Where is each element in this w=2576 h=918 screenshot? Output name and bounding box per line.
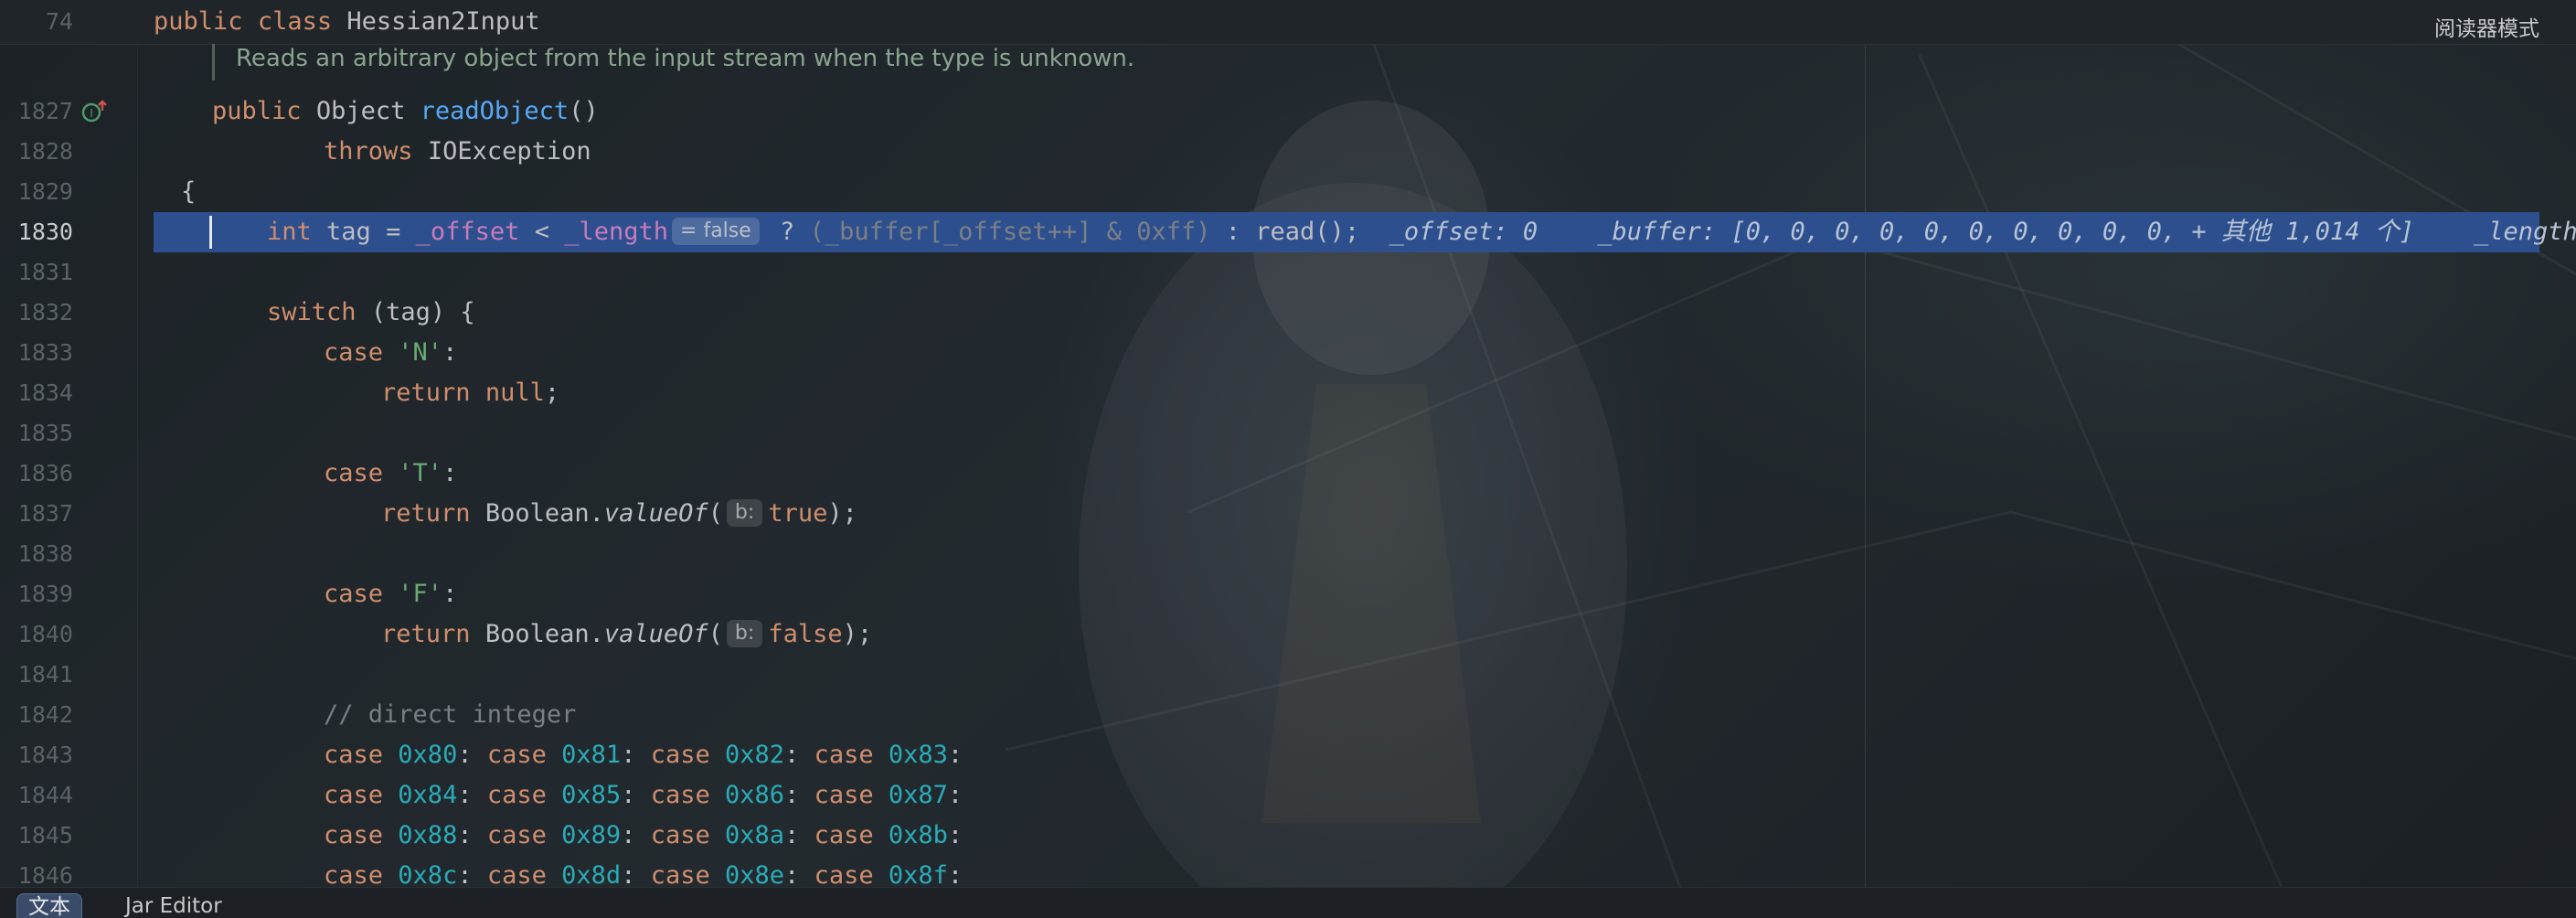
text-caret: [209, 216, 212, 249]
inlay-hint-value: = false: [672, 218, 760, 245]
line-number: 1827: [17, 98, 73, 124]
code-comment[interactable]: // direct integer: [324, 695, 576, 735]
sticky-scope-header[interactable]: 74 public class Hessian2Input: [0, 0, 2576, 45]
line-number: 1839: [17, 581, 73, 607]
code-line[interactable]: case 'F':: [324, 574, 457, 614]
svg-text:I: I: [90, 107, 93, 120]
line-number: 1844: [17, 782, 73, 808]
code-line[interactable]: {: [181, 172, 196, 212]
line-number: 1836: [17, 460, 73, 486]
debug-inline-length: _length: 0: [2474, 218, 2576, 246]
line-number: 74: [45, 8, 73, 35]
code-line[interactable]: case 0x80: case 0x81: case 0x82: case 0x…: [324, 735, 963, 775]
code-line[interactable]: return null;: [381, 373, 559, 413]
reader-mode-button[interactable]: 阅读器模式: [2434, 11, 2539, 42]
line-number: 1837: [17, 500, 73, 527]
code-line[interactable]: switch (tag) {: [267, 293, 475, 333]
line-number: 1835: [17, 420, 73, 446]
editor-bottom-tabs: 文本 Jar Editor: [0, 887, 2576, 918]
code-line[interactable]: public Object readObject(): [212, 91, 599, 132]
code-line[interactable]: case 0x88: case 0x89: case 0x8a: case 0x…: [324, 816, 963, 856]
code-line[interactable]: case 'T':: [324, 454, 457, 494]
code-line[interactable]: case 'N':: [324, 333, 457, 373]
line-number: 1841: [17, 661, 73, 688]
line-number: 1845: [17, 822, 73, 849]
line-number: 1833: [17, 339, 73, 366]
code-editor[interactable]: 74 public class Hessian2Input 阅读器模式 Read…: [0, 0, 2576, 918]
sticky-code: public class Hessian2Input: [154, 7, 540, 36]
inlay-hint-param: b:: [726, 620, 763, 647]
gutter-separator: [137, 0, 138, 887]
line-number: 1832: [17, 299, 73, 326]
code-line-current[interactable]: int tag = _offset < _length = false ? (_b…: [267, 212, 2576, 252]
line-number: 1829: [17, 178, 73, 205]
code-line[interactable]: return Boolean.valueOf(b: false);: [381, 614, 872, 655]
line-number: 1828: [17, 138, 73, 165]
debug-inline-offset: _offset: 0: [1389, 218, 1538, 246]
line-number: 1838: [17, 540, 73, 567]
tab-text[interactable]: 文本: [16, 893, 82, 918]
override-method-icon[interactable]: I: [80, 99, 108, 126]
tab-jar-editor[interactable]: Jar Editor: [114, 893, 233, 918]
line-number-current: 1830: [17, 219, 73, 245]
inlay-hint-param: b:: [726, 499, 763, 527]
code-line[interactable]: return Boolean.valueOf(b: true);: [381, 494, 857, 534]
code-line[interactable]: case 0x84: case 0x85: case 0x86: case 0x…: [324, 775, 963, 816]
line-number: 1840: [17, 621, 73, 647]
line-number: 1831: [17, 259, 73, 285]
line-number: 1834: [17, 379, 73, 406]
line-number: 1843: [17, 742, 73, 768]
doc-comment-bar: [212, 44, 215, 80]
doc-comment: Reads an arbitrary object from the input…: [236, 45, 1135, 72]
code-line[interactable]: throws IOException: [324, 132, 591, 172]
right-margin-guide: [1865, 46, 1866, 887]
line-number: 1842: [17, 701, 73, 728]
debug-inline-buffer: _buffer: [0, 0, 0, 0, 0, 0, 0, 0, 0, 0, …: [1597, 218, 2414, 246]
